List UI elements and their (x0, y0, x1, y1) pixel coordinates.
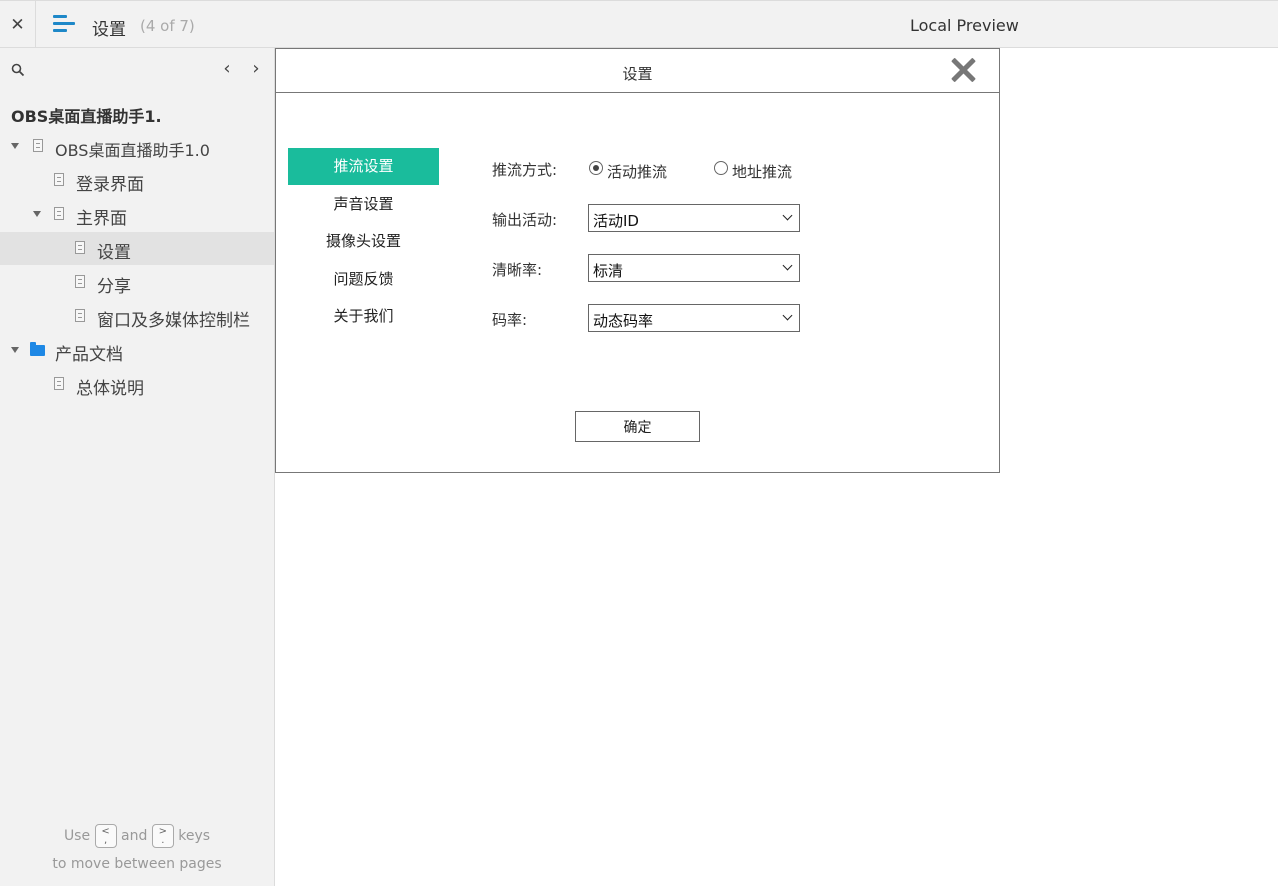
prev-page-button[interactable]: ‹ (219, 58, 235, 79)
folder-icon (30, 342, 45, 356)
settings-dialog: 设置 推流设置 声音设置 摄像头设置 问题反馈 关于我们 推流方式: 活动推流 … (275, 48, 1000, 473)
radio-address-push-label[interactable]: 地址推流 (732, 161, 792, 182)
bitrate-select[interactable]: 动态码率 (588, 304, 800, 332)
hint-keys: keys (178, 828, 211, 844)
menu-item-about-us[interactable]: 关于我们 (288, 298, 439, 335)
hint-use: Use (63, 828, 91, 844)
close-icon[interactable]: ✕ (0, 1, 36, 48)
tree-item-label: 总体说明 (76, 379, 144, 399)
tree-item-label: 窗口及多媒体控制栏 (97, 311, 250, 331)
hint-and: and (121, 828, 148, 844)
menu-item-stream-settings[interactable]: 推流设置 (288, 148, 439, 185)
search-icon[interactable] (11, 63, 25, 77)
tree-item-login[interactable]: 登录界面 (0, 164, 274, 197)
tree-item-obs-assistant[interactable]: OBS桌面直播助手1.0 (0, 130, 274, 163)
prev-key-sub: , (103, 835, 108, 846)
top-bar: ✕ 设置 (4 of 7) Local Preview (0, 0, 1278, 48)
expand-triangle-icon[interactable] (33, 211, 41, 217)
chevron-down-icon (782, 210, 793, 221)
document-icon (75, 275, 85, 288)
page-count: (4 of 7) (140, 17, 195, 35)
expand-triangle-icon[interactable] (11, 347, 19, 353)
output-activity-select[interactable]: 活动ID (588, 204, 800, 232)
clarity-select[interactable]: 标清 (588, 254, 800, 282)
document-icon (54, 377, 64, 390)
clarity-value: 标清 (593, 262, 624, 280)
tree-item-product-docs[interactable]: 产品文档 (0, 334, 274, 367)
prev-key-icon: <, (94, 824, 117, 848)
tree-item-label: 分享 (97, 277, 131, 297)
next-page-button[interactable]: › (248, 58, 264, 79)
push-mode-label: 推流方式: (492, 161, 558, 179)
sidebar: ‹ › OBS桌面直播助手1. OBS桌面直播助手1.0 登录界面 主界面 设置… (0, 48, 275, 886)
dialog-header: 设置 (276, 49, 999, 93)
bitrate-value: 动态码率 (593, 312, 654, 330)
document-icon (75, 241, 85, 254)
document-icon (54, 207, 64, 220)
sidebar-root-title: OBS桌面直播助手1. (11, 107, 162, 126)
radio-activity-push-label[interactable]: 活动推流 (607, 161, 667, 182)
tree-item-share[interactable]: 分享 (0, 266, 274, 299)
chevron-down-icon (782, 260, 793, 271)
local-preview-label: Local Preview (910, 16, 1019, 35)
output-activity-label: 输出活动: (492, 211, 558, 229)
tree-item-label: 产品文档 (55, 345, 123, 365)
menu-icon[interactable] (53, 15, 75, 33)
menu-item-feedback[interactable]: 问题反馈 (288, 261, 439, 298)
next-key-icon: >. (151, 824, 174, 848)
expand-triangle-icon[interactable] (11, 143, 19, 149)
next-key-sub: . (161, 835, 165, 846)
radio-address-push[interactable] (714, 161, 728, 175)
clarity-label: 清晰率: (492, 261, 543, 279)
dialog-title: 设置 (622, 65, 653, 83)
keyboard-hint: Use <, and >. keys (0, 824, 274, 848)
bitrate-label: 码率: (492, 311, 528, 329)
output-activity-value: 活动ID (593, 212, 639, 230)
tree-item-overview[interactable]: 总体说明 (0, 368, 274, 401)
menu-item-audio-settings[interactable]: 声音设置 (288, 186, 439, 223)
tree-item-label: OBS桌面直播助手1.0 (55, 141, 210, 160)
tree-item-label: 登录界面 (76, 175, 144, 195)
tree-item-label: 主界面 (76, 209, 127, 229)
document-icon (33, 139, 43, 152)
menu-item-camera-settings[interactable]: 摄像头设置 (288, 223, 439, 260)
tree-item-settings[interactable]: 设置 (0, 232, 274, 265)
tree-item-window-controls[interactable]: 窗口及多媒体控制栏 (0, 300, 274, 333)
chevron-down-icon (782, 310, 793, 321)
confirm-button[interactable]: 确定 (575, 411, 700, 442)
tree-item-label: 设置 (97, 243, 131, 263)
dialog-close-icon[interactable] (950, 55, 976, 85)
tree-item-main[interactable]: 主界面 (0, 198, 274, 231)
document-icon (54, 173, 64, 186)
document-icon (75, 309, 85, 322)
page-title: 设置 (92, 20, 126, 40)
radio-activity-push[interactable] (589, 161, 603, 175)
keyboard-hint-line2: to move between pages (52, 856, 222, 872)
